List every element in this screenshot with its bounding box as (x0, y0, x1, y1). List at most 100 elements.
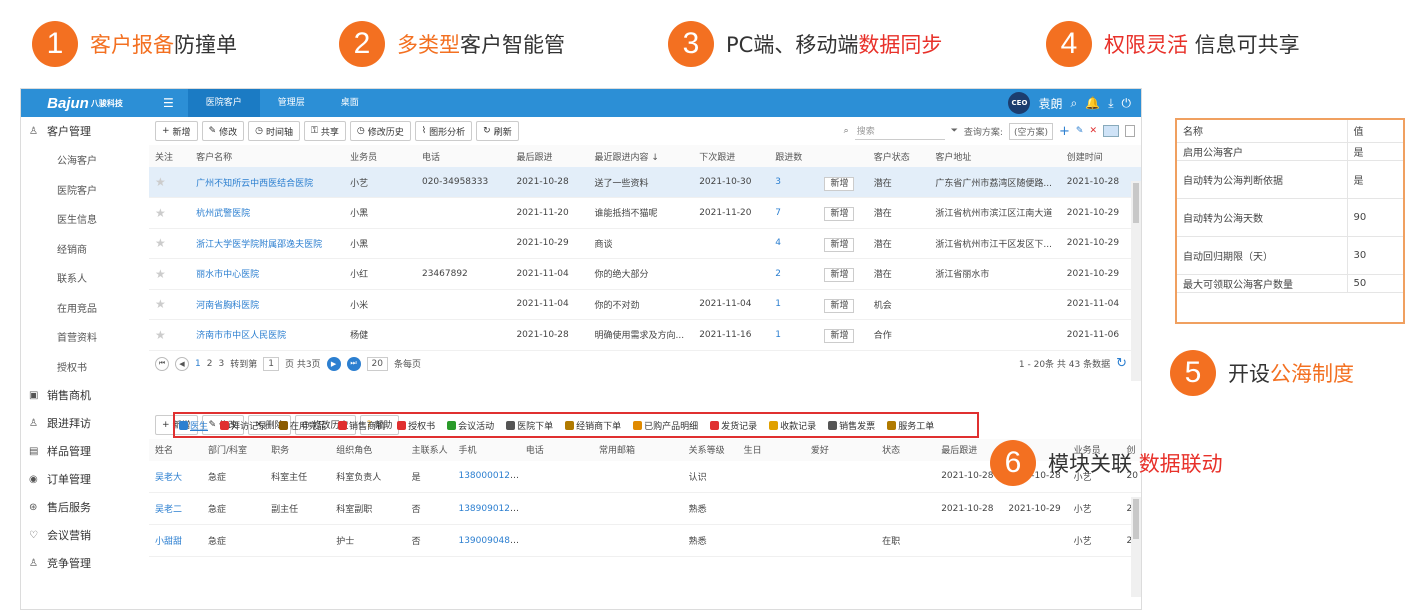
module-tab[interactable]: 在用竞品 (279, 419, 326, 432)
module-tab[interactable]: 服务工单 (887, 419, 934, 432)
table-cell[interactable]: 广州不知所云中西医结合医院 (190, 167, 345, 198)
table-cell[interactable]: ★ (149, 197, 191, 229)
filter-icon[interactable]: ⏷ (951, 126, 958, 136)
column-header[interactable]: 客户名称 (190, 145, 345, 167)
toolbar-button[interactable]: ✎ 修改 (201, 121, 245, 141)
table-cell[interactable]: 新增 (818, 319, 868, 351)
download-icon[interactable]: ⤓ (1108, 96, 1113, 111)
cell-text[interactable]: 小甜甜 (155, 537, 182, 547)
new-followup-button[interactable]: 新增 (824, 268, 855, 283)
column-header[interactable]: 客户状态 (867, 145, 930, 167)
page-number[interactable]: 2 (207, 359, 213, 369)
column-header[interactable]: 部门/科室 (201, 438, 266, 461)
page-input[interactable]: 1 (263, 356, 279, 371)
table-cell[interactable]: ★ (149, 319, 191, 351)
table-row[interactable]: ★ 广州不知所云中西医结合医院 小艺 020-34958333 2021-10-28 送了… (149, 167, 1141, 198)
star-icon[interactable]: ★ (155, 206, 166, 220)
sidebar-item[interactable]: 授权书 (21, 352, 149, 382)
sidebar-group[interactable]: ▣ 销售商机 (21, 381, 149, 409)
column-header[interactable]: 爱好 (804, 438, 877, 461)
subtable-scrollbar[interactable] (1131, 497, 1141, 597)
plus-icon[interactable]: + (1059, 124, 1070, 139)
new-followup-button[interactable]: 新增 (824, 329, 855, 344)
column-header[interactable]: 常用邮箱 (593, 438, 683, 461)
column-header[interactable]: 业务员 (344, 145, 416, 167)
sidebar-item[interactable]: 医院客户 (21, 175, 149, 205)
column-header[interactable]: 主联系人 (405, 438, 453, 461)
tab-desktop[interactable]: 桌面 (323, 89, 377, 117)
column-header[interactable]: 关系等级 (682, 438, 738, 461)
column-header[interactable]: 最近跟进内容 ↓ (588, 145, 694, 167)
page-number[interactable]: 3 (218, 359, 224, 369)
module-tab[interactable]: 发货记录 (710, 419, 757, 432)
table-row[interactable]: 吴老二 急症 副主任 科室副职 否 13890901234 熟悉 2021-10-28 2021… (149, 492, 1141, 525)
next-page-icon[interactable]: ▶ (326, 356, 341, 371)
close-icon[interactable]: ✕ (1089, 126, 1097, 136)
search-icon[interactable]: ⌕ (1071, 96, 1078, 111)
module-tab[interactable]: 医生 (179, 419, 208, 432)
sidebar-item[interactable]: 经销商 (21, 234, 149, 264)
tab-management[interactable]: 管理层 (260, 89, 323, 117)
module-tab[interactable]: 经销商下单 (565, 419, 621, 432)
search-input[interactable]: 搜索 (854, 122, 945, 140)
sidebar-group[interactable]: ♙ 跟进拜访 (21, 409, 149, 437)
refresh-icon[interactable]: ↻ (1116, 356, 1127, 371)
toolbar-button[interactable]: + 新增 (155, 121, 198, 141)
column-header[interactable]: 关注 (149, 145, 191, 167)
sidebar-item[interactable]: 公海客户 (21, 145, 149, 175)
table-cell[interactable]: ★ (149, 289, 191, 320)
table-row[interactable]: ★ 河南省胸科医院 小米 2021-11-04 你的不对劲 2021-11-04 1 新增 机会… (149, 289, 1141, 320)
table-cell[interactable]: 杭州武警医院 (190, 197, 345, 229)
column-header[interactable]: 姓名 (149, 438, 202, 461)
column-header[interactable]: 最后跟进 (510, 145, 589, 167)
new-followup-button[interactable]: 新增 (824, 237, 855, 252)
column-header[interactable] (818, 145, 868, 167)
layout-icon[interactable] (1103, 125, 1119, 137)
avatar[interactable]: CEO (1008, 92, 1031, 114)
column-header[interactable]: 状态 (876, 438, 936, 461)
column-header[interactable]: 生日 (737, 438, 805, 461)
user-name[interactable]: 袁朗 (1038, 95, 1062, 112)
table-cell[interactable]: 新增 (818, 167, 868, 198)
toolbar-button[interactable]: ⌇ 图形分析 (414, 121, 473, 141)
table-cell[interactable]: 新增 (818, 258, 868, 290)
column-header[interactable]: 下次跟进 (693, 145, 770, 167)
table-cell[interactable]: ★ (149, 228, 191, 259)
power-icon[interactable]: ⏻ (1122, 96, 1132, 111)
star-icon[interactable]: ★ (155, 267, 166, 281)
sidebar-group[interactable]: ♙ 竞争管理 (21, 549, 149, 577)
sidebar-item[interactable]: 医生信息 (21, 204, 149, 234)
cell-text[interactable]: 吴老大 (155, 473, 182, 483)
table-cell[interactable]: 济南市市中区人民医院 (190, 319, 345, 351)
module-tab[interactable]: 授权书 (397, 419, 435, 432)
table-cell[interactable]: 新增 (818, 289, 868, 320)
last-page-icon[interactable]: ⏭ (346, 356, 361, 371)
table-row[interactable]: 小甜甜急症护士否13900904857熟悉在职小艺20 (149, 524, 1141, 557)
column-header[interactable]: 职务 (265, 438, 331, 461)
module-tab[interactable]: 销售商机 (338, 419, 385, 432)
tab-hospital-customer[interactable]: 医院客户 (187, 89, 260, 117)
table-cell[interactable]: 丽水市中心医院 (190, 258, 345, 290)
column-header[interactable]: 电话 (519, 438, 594, 461)
module-tab[interactable]: 销售发票 (828, 419, 875, 432)
table-cell[interactable]: ★ (149, 258, 191, 290)
sidebar-item[interactable]: 在用竞品 (21, 293, 149, 323)
first-page-icon[interactable]: ⏮ (155, 356, 169, 371)
star-icon[interactable]: ★ (155, 175, 166, 189)
star-icon[interactable]: ★ (155, 297, 166, 311)
star-icon[interactable]: ★ (155, 236, 166, 250)
table-scrollbar[interactable] (1131, 181, 1141, 381)
sidebar-group[interactable]: ⊛ 售后服务 (21, 493, 149, 521)
table-cell[interactable]: 浙江大学医学院附属邵逸夫医院 (190, 228, 345, 259)
table-row[interactable]: ★ 济南市市中区人民医院 杨健 2021-10-28 明确使用需求及方向... 2021-… (149, 319, 1141, 351)
prev-page-icon[interactable]: ◀ (175, 356, 189, 371)
edit-icon[interactable]: ✎ (1076, 126, 1084, 136)
toolbar-button[interactable]: ↻ 刷新 (476, 121, 519, 141)
column-header[interactable]: 组织角色 (330, 438, 406, 461)
sidebar-group[interactable]: ◉ 订单管理 (21, 465, 149, 493)
table-cell[interactable]: ★ (149, 167, 191, 198)
sidebar-item[interactable]: 联系人 (21, 263, 149, 293)
module-tab[interactable]: 收款记录 (769, 419, 816, 432)
module-tab[interactable]: 已购产品明细 (633, 419, 698, 432)
module-tab[interactable]: 医院下单 (506, 419, 553, 432)
